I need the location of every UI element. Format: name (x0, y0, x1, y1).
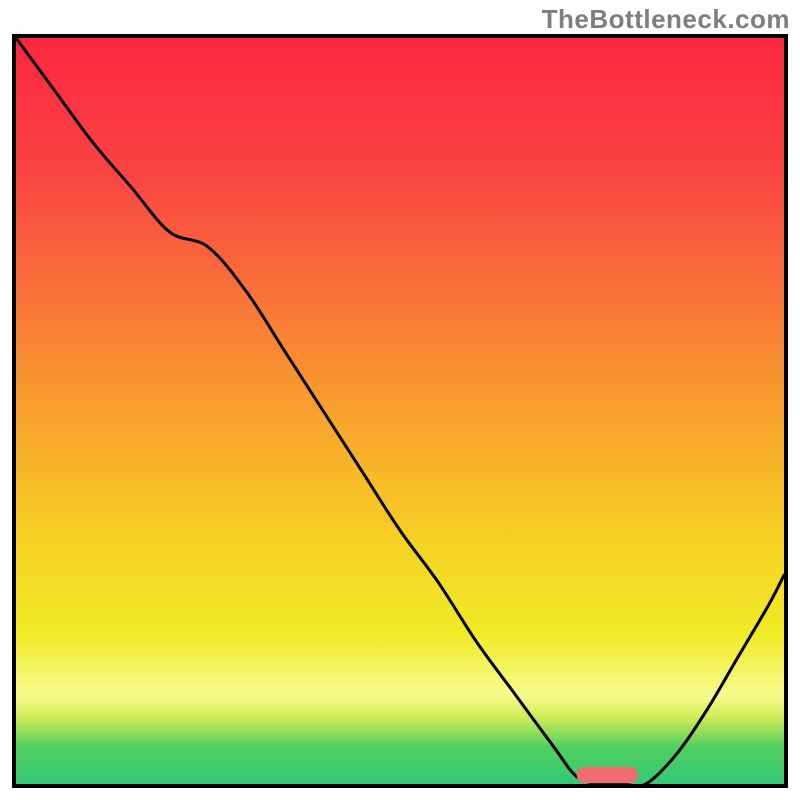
gradient-background (16, 38, 784, 784)
plot-svg (16, 38, 784, 784)
plot-frame (12, 34, 788, 788)
chart-stage: TheBottleneck.com (0, 0, 800, 800)
watermark-text: TheBottleneck.com (542, 4, 790, 35)
optimal-range-marker (577, 767, 638, 783)
